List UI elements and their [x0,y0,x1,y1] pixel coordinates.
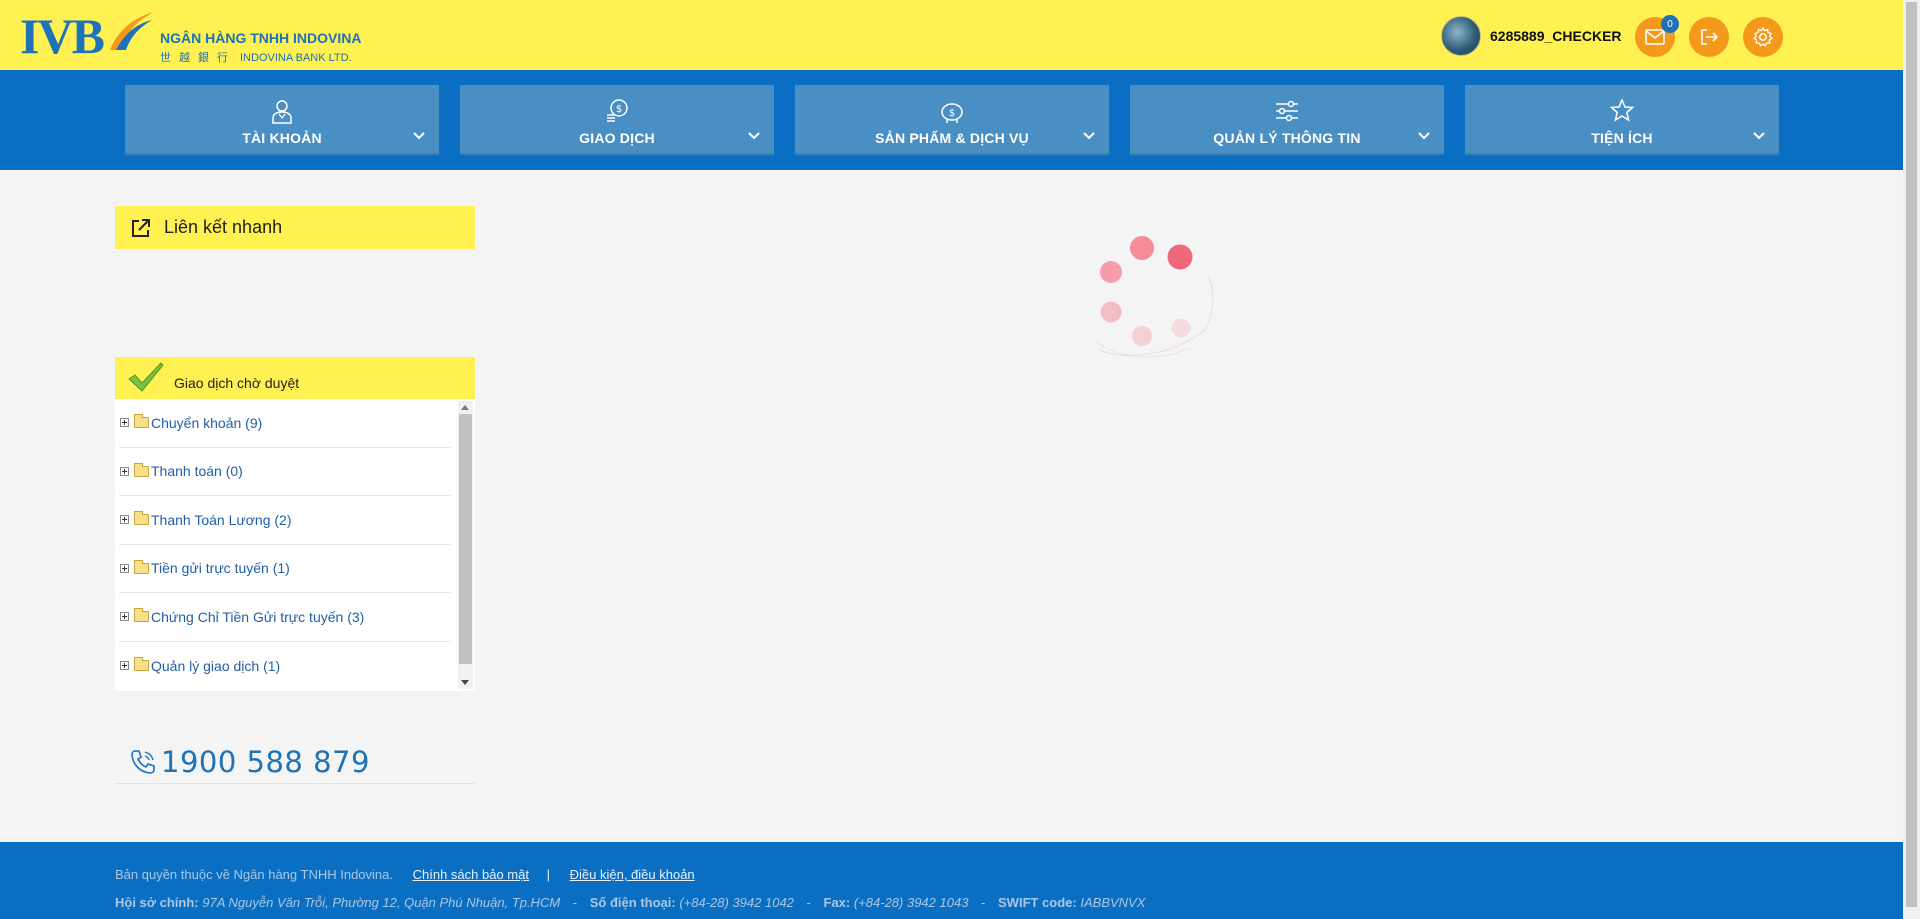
bank-name-cn: 世越銀行 [160,51,236,64]
coins-icon: $ [607,99,628,122]
user-info[interactable]: 6285889_CHECKER [1441,15,1622,57]
mail-button[interactable]: 0 [1635,15,1679,57]
chevron-down-icon [1083,132,1095,140]
privacy-policy-link[interactable]: Chính sách bảo mật [413,867,529,882]
logo-swoosh-icon [110,12,154,50]
footer: Bản quyền thuộc về Ngân hàng TNHH Indovi… [0,842,1903,919]
quick-links-header: Liên kết nhanh [115,206,475,249]
folder-icon [134,462,149,477]
tree-item-online-deposit[interactable]: Tiền gửi trực tuyến (1) [119,545,451,593]
copyright-text: Bản quyền thuộc về Ngân hàng TNHH Indovi… [115,867,393,882]
chevron-down-icon [1753,132,1765,140]
fax-label: Fax: [823,895,851,910]
bank-name: NGÂN HÀNG TNHH INDOVINA 世越銀行 INDOVINA BAN… [160,30,400,65]
expand-icon[interactable] [120,612,129,622]
mail-icon [1645,29,1665,45]
header-bar: IVB NGÂN HÀNG TNHH INDOVINA 世越銀行 INDOVINA… [0,0,1903,70]
mail-count-badge: 0 [1661,15,1679,33]
bank-name-vi: NGÂN HÀNG TNHH INDOVINA [160,30,362,46]
tree-item-label[interactable]: Chứng Chỉ Tiền Gửi trực tuyến (3) [151,609,364,625]
checkmark-icon [128,362,164,392]
terms-link[interactable]: Điều kiện, điều khoản [570,867,695,882]
tree-item-payroll[interactable]: Thanh Toán Lương (2) [119,496,451,545]
folder-icon [134,559,149,574]
username: 6285889_CHECKER [1490,28,1622,44]
fax-value: (+84-28) 3942 1043 [853,895,969,910]
chevron-down-icon [413,132,425,140]
hq-label: Hội sở chính: [115,895,199,910]
external-link-icon [132,218,150,237]
logout-icon [1701,29,1719,45]
tree-item-transaction-management[interactable]: Quản lý giao dịch (1) [119,642,451,691]
tree-item-label[interactable]: Chuyển khoản (9) [151,415,262,431]
settings-button[interactable] [1743,17,1783,57]
loading-spinner-icon [1094,236,1214,358]
pending-transactions-panel: Giao dịch chờ duyệt Chuyển khoản (9) Tha… [115,357,475,691]
nav-item-transactions[interactable]: $ GIAO DỊCH [460,85,774,155]
svg-text:$: $ [616,104,622,115]
nav-label: TÀI KHOẢN [242,130,322,146]
hotline: 1900 588 879 [115,740,475,784]
tree-item-label[interactable]: Thanh Toán Lương (2) [151,512,292,528]
phone-value: (+84-28) 3942 1042 [679,895,794,910]
scroll-thumb[interactable] [459,414,472,664]
main-nav: TÀI KHOẢN $ GIAO DỊCH $ SẢN PHẨM & DỊCH … [0,70,1903,170]
expand-icon[interactable] [120,563,129,573]
bank-name-sub: 世越銀行 INDOVINA BANK LTD. [160,49,400,65]
nav-item-utilities[interactable]: TIỆN ÍCH [1465,85,1779,155]
star-icon [1609,98,1635,122]
pending-header: Giao dịch chờ duyệt [115,357,475,399]
folder-icon [134,657,149,672]
scroll-down-arrow-icon[interactable] [461,680,469,685]
tree-item-label[interactable]: Thanh toán (0) [151,463,243,479]
tree-item-deposit-certificate[interactable]: Chứng Chỉ Tiền Gửi trực tuyến (3) [119,593,451,642]
swift-value: IABBVNVX [1080,895,1146,910]
folder-icon [134,511,149,526]
footer-links-row: Bản quyền thuộc về Ngân hàng TNHH Indovi… [115,867,695,882]
tree-item-transfer[interactable]: Chuyển khoản (9) [119,399,451,448]
nav-label: SẢN PHẨM & DỊCH VỤ [875,130,1029,146]
folder-icon [134,414,149,429]
hq-value: 97A Nguyễn Văn Trỗi, Phường 12, Quận Phú… [202,895,561,910]
expand-icon[interactable] [120,515,129,525]
nav-item-products[interactable]: $ SẢN PHẨM & DỊCH VỤ [795,85,1109,155]
page-scroll-thumb[interactable] [1906,2,1917,907]
expand-icon[interactable] [120,466,129,476]
phone-label: Số điện thoại: [589,895,676,910]
chevron-down-icon [748,132,760,140]
tree-item-label[interactable]: Tiền gửi trực tuyến (1) [151,560,290,576]
nav-item-account[interactable]: TÀI KHOẢN [125,85,439,155]
gear-icon [1752,26,1774,47]
expand-icon[interactable] [120,661,129,671]
expand-icon[interactable] [120,418,129,428]
nav-label: QUẢN LÝ THÔNG TIN [1213,130,1361,146]
pending-scrollbar[interactable] [458,401,473,689]
tree-item-label[interactable]: Quản lý giao dịch (1) [151,658,280,674]
nav-item-info-management[interactable]: QUẢN LÝ THÔNG TIN [1130,85,1444,155]
logout-button[interactable] [1689,17,1729,57]
phone-icon [131,749,155,774]
footer-contact-row: Hội sở chính: 97A Nguyễn Văn Trỗi, Phườn… [115,895,1146,910]
folder-icon [134,608,149,623]
svg-text:$: $ [949,108,955,119]
nav-label: TIỆN ÍCH [1591,130,1653,146]
page-scrollbar[interactable] [1903,0,1920,919]
bank-logo[interactable]: IVB [20,6,154,66]
hotline-number[interactable]: 1900 588 879 [161,745,370,779]
scroll-up-arrow-icon[interactable] [461,405,469,410]
footer-separator: | [546,867,550,882]
nav-label: GIAO DỊCH [579,130,655,146]
pending-title: Giao dịch chờ duyệt [174,375,300,391]
quick-links-title: Liên kết nhanh [164,217,283,237]
swift-label: SWIFT code: [998,895,1077,910]
pending-tree: Chuyển khoản (9) Thanh toán (0) Thanh To… [115,399,451,690]
user-account-icon [272,100,292,124]
tree-item-payment[interactable]: Thanh toán (0) [119,448,451,496]
bank-name-en: INDOVINA BANK LTD. [240,52,352,64]
sliders-icon [1276,100,1298,122]
piggy-bank-icon: $ [941,103,963,123]
logo-mark: IVB [20,8,105,64]
chevron-down-icon [1418,132,1430,140]
avatar[interactable] [1441,16,1481,56]
